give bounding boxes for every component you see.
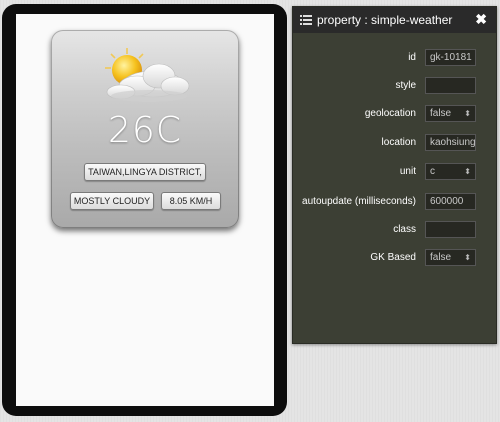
partly-cloudy-sun-icon [105, 48, 190, 102]
select-value: false [430, 108, 452, 119]
wind-badge: 8.05 KM/H [161, 192, 221, 210]
property-row-unit: unit c ⬍ [293, 163, 496, 181]
property-row-class: class [293, 221, 496, 239]
autoupdate-input[interactable]: 600000 [425, 193, 476, 210]
property-label: unit [399, 166, 416, 177]
property-row-geolocation: geolocation false ⬍ [293, 105, 496, 123]
id-input[interactable]: gk-10181 [425, 49, 476, 66]
panel-title: property : simple-weather [317, 13, 453, 27]
property-label: id [408, 52, 416, 63]
property-label: geolocation [364, 108, 416, 119]
condition-badge: MOSTLY CLOUDY [70, 192, 154, 210]
property-row-autoupdate: autoupdate (milliseconds) 600000 [293, 193, 496, 211]
property-panel: property : simple-weather ✖ id gk-10181 … [292, 6, 497, 344]
chevron-updown-icon: ⬍ [464, 253, 471, 262]
weather-widget[interactable]: 26C TAIWAN,LINGYA DISTRICT, MOSTLY CLOUD… [51, 30, 239, 228]
property-label: autoupdate (milliseconds) [302, 196, 416, 207]
select-value: c [430, 166, 435, 177]
property-row-style: style [293, 77, 496, 95]
gk-based-select[interactable]: false ⬍ [425, 249, 476, 266]
chevron-updown-icon: ⬍ [464, 167, 471, 176]
property-label: location [381, 137, 416, 148]
panel-header[interactable]: property : simple-weather ✖ [293, 7, 496, 33]
property-label: GK Based [370, 252, 416, 263]
device-screen: 26C TAIWAN,LINGYA DISTRICT, MOSTLY CLOUD… [16, 14, 274, 406]
unit-select[interactable]: c ⬍ [425, 163, 476, 180]
property-label: style [395, 80, 416, 91]
list-icon [300, 15, 312, 25]
chevron-updown-icon: ⬍ [464, 109, 471, 118]
select-value: false [430, 252, 452, 263]
style-input[interactable] [425, 77, 476, 94]
property-row-id: id gk-10181 [293, 49, 496, 67]
close-icon[interactable]: ✖ [475, 11, 487, 28]
property-row-location: location kaohsiung [293, 134, 496, 152]
class-input[interactable] [425, 221, 476, 238]
property-row-gk-based: GK Based false ⬍ [293, 249, 496, 267]
temperature-value: 26C [108, 110, 182, 151]
location-badge: TAIWAN,LINGYA DISTRICT, [84, 163, 206, 181]
geolocation-select[interactable]: false ⬍ [425, 105, 476, 122]
property-label: class [393, 224, 416, 235]
location-input[interactable]: kaohsiung [425, 134, 476, 151]
device-frame: 26C TAIWAN,LINGYA DISTRICT, MOSTLY CLOUD… [2, 4, 287, 416]
